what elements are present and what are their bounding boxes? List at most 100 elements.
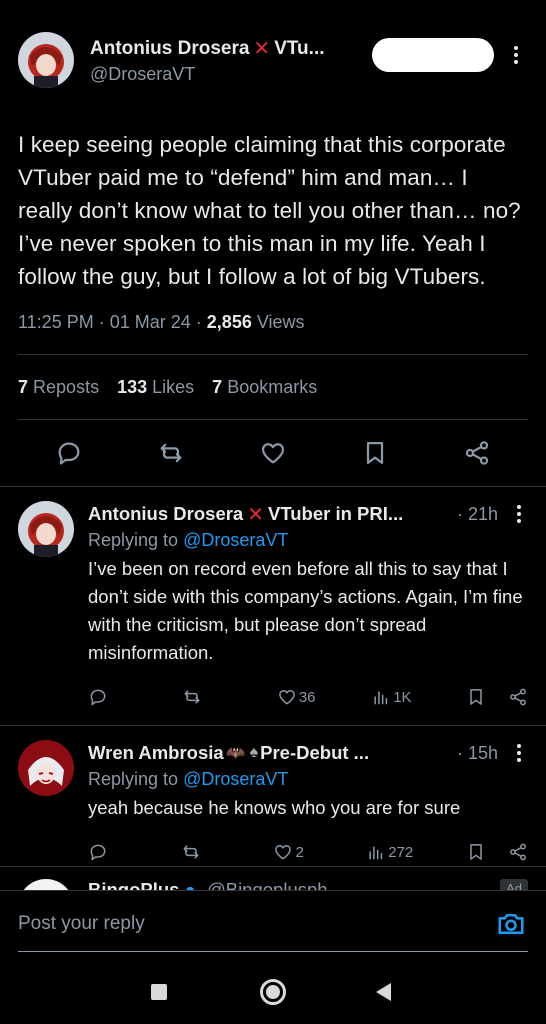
tweet-date: 01 Mar 24 — [109, 312, 191, 332]
repost-icon — [183, 845, 199, 859]
reply-bookmark-button[interactable] — [466, 687, 486, 707]
reply-item[interactable]: Antonius Drosera ✕ VTuber in PRI... · 21… — [0, 486, 546, 725]
reply-like-button[interactable]: 36 — [277, 687, 317, 707]
like-icon[interactable] — [253, 433, 293, 473]
reply-actions: 36 1K — [88, 679, 528, 715]
reply-actions: 2 272 — [88, 834, 528, 870]
reply-like-button[interactable]: 2 — [273, 842, 313, 862]
share-icon — [510, 843, 526, 861]
home-button[interactable] — [260, 979, 286, 1005]
meta-separator: · — [195, 312, 207, 332]
reposts-stat[interactable]: 7 Reposts — [18, 377, 99, 398]
reply-time: · 15h — [456, 742, 498, 763]
tweet-text: I keep seeing people claiming that this … — [18, 132, 521, 289]
reply-like-count: 2 — [295, 843, 304, 861]
reply-item[interactable]: Wren Ambrosia 🦇 ♠ Pre-Debut ... · 15h Re… — [0, 725, 546, 880]
reply-time: · 21h — [456, 503, 498, 524]
reply-author-suffix: Pre-Debut ... — [260, 742, 370, 763]
ad-item[interactable]: BingoPlus ● @Bingoplusph Ad — [0, 866, 546, 890]
status-bar-area — [0, 0, 546, 14]
system-nav-bar — [0, 962, 546, 1024]
reply-reply-button[interactable] — [88, 842, 128, 862]
replying-prefix: Replying to — [88, 769, 179, 789]
author-name-row[interactable]: Antonius Drosera ✕ VTu... — [90, 36, 372, 61]
ad-name-row[interactable]: BingoPlus ● @Bingoplusph — [88, 879, 328, 890]
reply-avatar[interactable] — [18, 740, 74, 796]
reply-avatar[interactable] — [18, 501, 74, 557]
reply-views-button[interactable]: 272 — [366, 842, 413, 862]
recent-apps-button[interactable] — [151, 984, 167, 1000]
tweet-header: Antonius Drosera ✕ VTu... @DroseraVT Fol… — [18, 32, 528, 94]
reply-input[interactable]: Post your reply — [18, 913, 145, 935]
reply-author-name[interactable]: Antonius Drosera ✕ VTuber in PRI... — [88, 502, 451, 527]
author-avatar[interactable] — [18, 32, 74, 88]
reply-views-button[interactable]: 1K — [371, 687, 412, 707]
reply-repost-button[interactable] — [182, 687, 222, 707]
reply-text: I’ve been on record even before all this… — [88, 558, 523, 663]
views-icon — [374, 691, 388, 705]
likes-stat[interactable]: 133 Likes — [117, 377, 194, 398]
meta-separator: · — [98, 312, 110, 332]
back-button[interactable] — [376, 983, 391, 1001]
camera-icon[interactable] — [496, 909, 526, 939]
replying-handle-link[interactable]: @DroseraVT — [183, 769, 288, 789]
replying-to: Replying to @DroseraVT — [88, 530, 528, 551]
reply-text: yeah because he knows who you are for su… — [88, 797, 461, 818]
cross-mark-icon: ✕ — [253, 38, 271, 60]
reply-right-actions — [466, 687, 528, 707]
reply-author-name[interactable]: Wren Ambrosia 🦇 ♠ Pre-Debut ... — [88, 742, 451, 764]
more-options-icon[interactable] — [510, 741, 528, 765]
ad-avatar[interactable] — [18, 879, 74, 890]
bat-emoji-icon: 🦇 — [225, 745, 246, 762]
spade-icon: ♠ — [249, 744, 259, 761]
bookmark-icon[interactable] — [355, 433, 395, 473]
reply-content: Antonius Drosera ✕ VTuber in PRI... · 21… — [88, 501, 528, 715]
more-options-icon[interactable] — [510, 502, 528, 526]
main-tweet: Antonius Drosera ✕ VTu... @DroseraVT Fol… — [0, 14, 546, 486]
like-icon — [275, 845, 292, 860]
reply-share-button[interactable] — [508, 842, 528, 862]
author-name: Antonius Drosera — [90, 37, 250, 59]
reply-reply-button[interactable] — [88, 687, 128, 707]
follow-button[interactable]: Follow — [372, 38, 494, 72]
reply-share-button[interactable] — [508, 687, 528, 707]
bookmarks-label: Bookmarks — [227, 376, 318, 397]
views-count: 2,856 — [206, 312, 252, 332]
reply-composer: Post your reply — [0, 890, 546, 960]
tweet-actions — [18, 420, 528, 486]
ad-inner: BingoPlus ● @Bingoplusph Ad — [0, 867, 546, 890]
reply-header: Wren Ambrosia 🦇 ♠ Pre-Debut ... · 15h — [88, 740, 528, 766]
share-icon[interactable] — [457, 433, 497, 473]
reply-content: Wren Ambrosia 🦇 ♠ Pre-Debut ... · 15h Re… — [88, 740, 528, 870]
ad-badge: Ad — [500, 879, 528, 890]
share-icon — [510, 688, 526, 706]
like-icon — [278, 690, 295, 705]
reply-header: Antonius Drosera ✕ VTuber in PRI... · 21… — [88, 501, 528, 527]
reply-author-suffix: VTuber in PRI... — [267, 503, 404, 524]
views-label: Views — [256, 312, 305, 332]
ad-handle: @Bingoplusph — [206, 879, 328, 890]
reply-like-count: 36 — [298, 688, 316, 706]
bookmarks-stat[interactable]: 7 Bookmarks — [212, 377, 317, 398]
reply-icon[interactable] — [49, 433, 89, 473]
reposts-count: 7 — [18, 376, 29, 397]
reply-author-first: Antonius Drosera — [88, 503, 244, 524]
likes-label: Likes — [152, 376, 195, 397]
replying-prefix: Replying to — [88, 530, 179, 550]
reply-author-first: Wren Ambrosia — [88, 742, 224, 763]
more-options-icon[interactable] — [504, 38, 528, 72]
reply-right-actions — [466, 842, 528, 862]
bookmarks-count: 7 — [212, 376, 223, 397]
reply-repost-button[interactable] — [181, 842, 221, 862]
author-name-suffix: VTu... — [274, 37, 325, 59]
reply-views-count: 1K — [393, 688, 412, 706]
tweet-meta: 11:25 PM · 01 Mar 24 · 2,856 Views — [18, 312, 528, 338]
repost-icon[interactable] — [151, 433, 191, 473]
reply-icon — [90, 844, 106, 861]
verified-badge-icon: ● — [184, 879, 196, 890]
tweet-time: 11:25 PM — [18, 312, 94, 332]
reply-bookmark-button[interactable] — [466, 842, 486, 862]
replying-handle-link[interactable]: @DroseraVT — [183, 530, 288, 550]
tweet-stats: 7 Reposts 133 Likes 7 Bookmarks — [18, 355, 528, 419]
author-names: Antonius Drosera ✕ VTu... @DroseraVT — [90, 32, 372, 85]
